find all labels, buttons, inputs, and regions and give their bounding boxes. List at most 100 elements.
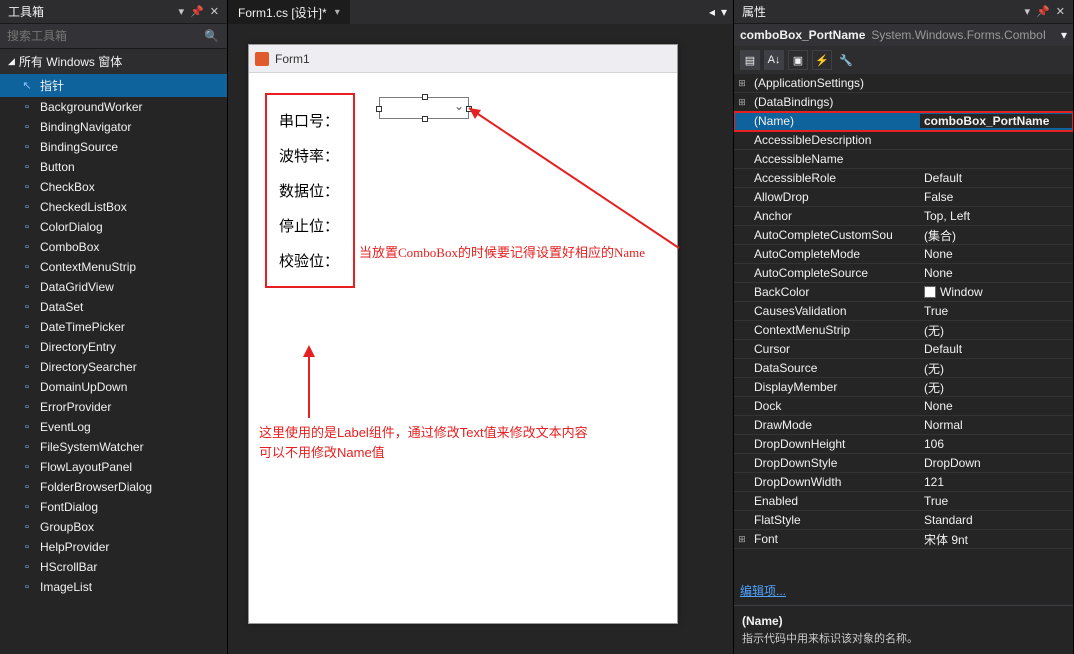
tab-dropdown-icon[interactable]: ▾ bbox=[721, 5, 727, 19]
form-label[interactable]: 停止位： bbox=[273, 208, 339, 243]
property-row[interactable]: EnabledTrue bbox=[734, 492, 1073, 511]
toolbox-item-filesystemwatcher[interactable]: ▫FileSystemWatcher bbox=[0, 437, 227, 457]
toolbox-item-imagelist[interactable]: ▫ImageList bbox=[0, 577, 227, 597]
toolbox-item-checkedlistbox[interactable]: ▫CheckedListBox bbox=[0, 197, 227, 217]
property-value[interactable]: Default bbox=[920, 342, 1073, 356]
toolbox-item-checkbox[interactable]: ▫CheckBox bbox=[0, 177, 227, 197]
search-icon[interactable]: 🔍 bbox=[200, 29, 223, 43]
close-icon[interactable]: ✕ bbox=[1056, 5, 1065, 18]
property-row[interactable]: AutoCompleteSourceNone bbox=[734, 264, 1073, 283]
toolbox-item-groupbox[interactable]: ▫GroupBox bbox=[0, 517, 227, 537]
property-row[interactable]: AnchorTop, Left bbox=[734, 207, 1073, 226]
toolbox-item-flowlayoutpanel[interactable]: ▫FlowLayoutPanel bbox=[0, 457, 227, 477]
property-value[interactable]: None bbox=[920, 247, 1073, 261]
property-value[interactable]: None bbox=[920, 399, 1073, 413]
edit-items-link[interactable]: 编辑项... bbox=[740, 584, 786, 598]
dropdown-icon[interactable]: ▾ bbox=[1025, 5, 1031, 18]
property-row[interactable]: DrawModeNormal bbox=[734, 416, 1073, 435]
property-value[interactable]: Top, Left bbox=[920, 209, 1073, 223]
property-row[interactable]: DockNone bbox=[734, 397, 1073, 416]
tab-menu-icon[interactable]: ▾ bbox=[335, 7, 340, 18]
property-value[interactable]: None bbox=[920, 266, 1073, 280]
expand-icon[interactable]: ⊞ bbox=[734, 78, 750, 89]
property-row[interactable]: DisplayMember(无) bbox=[734, 378, 1073, 397]
tab-scroll-icon[interactable]: ◂ bbox=[709, 5, 715, 19]
form-label[interactable]: 数据位： bbox=[273, 173, 339, 208]
property-value[interactable]: (集合) bbox=[920, 227, 1073, 244]
property-row[interactable]: CursorDefault bbox=[734, 340, 1073, 359]
toolbox-item-colordialog[interactable]: ▫ColorDialog bbox=[0, 217, 227, 237]
property-row[interactable]: FlatStyleStandard bbox=[734, 511, 1073, 530]
property-row[interactable]: DataSource(无) bbox=[734, 359, 1073, 378]
combobox-portname[interactable] bbox=[379, 97, 469, 119]
toolbox-item-hscrollbar[interactable]: ▫HScrollBar bbox=[0, 557, 227, 577]
property-row[interactable]: CausesValidationTrue bbox=[734, 302, 1073, 321]
property-value[interactable]: False bbox=[920, 190, 1073, 204]
property-value[interactable]: (无) bbox=[920, 322, 1073, 339]
toolbox-item-directorysearcher[interactable]: ▫DirectorySearcher bbox=[0, 357, 227, 377]
property-row[interactable]: DropDownHeight106 bbox=[734, 435, 1073, 454]
property-value[interactable]: Standard bbox=[920, 513, 1073, 527]
property-row[interactable]: ContextMenuStrip(无) bbox=[734, 321, 1073, 340]
form-label[interactable]: 串口号： bbox=[273, 103, 339, 138]
toolbox-item-datagridview[interactable]: ▫DataGridView bbox=[0, 277, 227, 297]
toolbox-item-dataset[interactable]: ▫DataSet bbox=[0, 297, 227, 317]
pin-icon[interactable]: 📌 bbox=[1036, 5, 1050, 18]
property-value[interactable]: (无) bbox=[920, 360, 1073, 377]
categorized-button[interactable]: ▤ bbox=[740, 50, 760, 70]
toolbox-item-fontdialog[interactable]: ▫FontDialog bbox=[0, 497, 227, 517]
toolbox-item-combobox[interactable]: ▫ComboBox bbox=[0, 237, 227, 257]
property-value[interactable]: Default bbox=[920, 171, 1073, 185]
property-row[interactable]: (Name)comboBox_PortName bbox=[734, 112, 1073, 131]
toolbox-item-button[interactable]: ▫Button bbox=[0, 157, 227, 177]
property-row[interactable]: DropDownWidth121 bbox=[734, 473, 1073, 492]
toolbox-item-contextmenustrip[interactable]: ▫ContextMenuStrip bbox=[0, 257, 227, 277]
property-row[interactable]: AutoCompleteModeNone bbox=[734, 245, 1073, 264]
search-input[interactable] bbox=[4, 26, 200, 46]
property-row[interactable]: AccessibleRoleDefault bbox=[734, 169, 1073, 188]
property-value[interactable]: 宋体 9nt bbox=[920, 531, 1073, 548]
property-value[interactable]: Window bbox=[920, 285, 1073, 299]
property-row[interactable]: AccessibleName bbox=[734, 150, 1073, 169]
property-value[interactable]: True bbox=[920, 494, 1073, 508]
form-label[interactable]: 校验位： bbox=[273, 243, 339, 278]
expand-icon[interactable]: ⊞ bbox=[734, 97, 750, 108]
property-row[interactable]: AllowDropFalse bbox=[734, 188, 1073, 207]
property-row[interactable]: ⊞(ApplicationSettings) bbox=[734, 74, 1073, 93]
property-value[interactable]: (无) bbox=[920, 379, 1073, 396]
expand-icon[interactable]: ⊞ bbox=[734, 534, 750, 545]
property-value[interactable]: DropDown bbox=[920, 456, 1073, 470]
property-pages-button[interactable]: 🔧 bbox=[836, 50, 856, 70]
property-row[interactable]: AccessibleDescription bbox=[734, 131, 1073, 150]
object-selector[interactable]: comboBox_PortName System.Windows.Forms.C… bbox=[734, 24, 1073, 46]
toolbox-item-backgroundworker[interactable]: ▫BackgroundWorker bbox=[0, 97, 227, 117]
form-label[interactable]: 波特率： bbox=[273, 138, 339, 173]
toolbox-item-folderbrowserdialog[interactable]: ▫FolderBrowserDialog bbox=[0, 477, 227, 497]
properties-button[interactable]: ▣ bbox=[788, 50, 808, 70]
toolbox-item-errorprovider[interactable]: ▫ErrorProvider bbox=[0, 397, 227, 417]
form-window[interactable]: Form1 串口号：波特率：数据位：停止位：校验位： 当放置ComboBox的时… bbox=[248, 44, 678, 624]
toolbox-category[interactable]: ◢ 所有 Windows 窗体 bbox=[0, 49, 227, 74]
toolbox-item-datetimepicker[interactable]: ▫DateTimePicker bbox=[0, 317, 227, 337]
property-row[interactable]: AutoCompleteCustomSou(集合) bbox=[734, 226, 1073, 245]
property-row[interactable]: BackColorWindow bbox=[734, 283, 1073, 302]
toolbox-item-bindingsource[interactable]: ▫BindingSource bbox=[0, 137, 227, 157]
chevron-down-icon[interactable]: ▾ bbox=[1061, 28, 1067, 42]
alphabetical-button[interactable]: A↓ bbox=[764, 50, 784, 70]
property-value[interactable]: 121 bbox=[920, 475, 1073, 489]
dropdown-icon[interactable]: ▾ bbox=[179, 5, 185, 18]
tab-form1[interactable]: Form1.cs [设计]* ▾ bbox=[228, 0, 350, 25]
design-surface[interactable]: Form1 串口号：波特率：数据位：停止位：校验位： 当放置ComboBox的时… bbox=[228, 24, 733, 654]
property-row[interactable]: DropDownStyleDropDown bbox=[734, 454, 1073, 473]
toolbox-item-eventlog[interactable]: ▫EventLog bbox=[0, 417, 227, 437]
property-value[interactable]: Normal bbox=[920, 418, 1073, 432]
property-value[interactable]: comboBox_PortName bbox=[920, 114, 1073, 128]
toolbox-item-directoryentry[interactable]: ▫DirectoryEntry bbox=[0, 337, 227, 357]
toolbox-item-domainupdown[interactable]: ▫DomainUpDown bbox=[0, 377, 227, 397]
toolbox-item-bindingnavigator[interactable]: ▫BindingNavigator bbox=[0, 117, 227, 137]
property-value[interactable]: 106 bbox=[920, 437, 1073, 451]
toolbox-item-指针[interactable]: ↖指针 bbox=[0, 74, 227, 97]
property-grid[interactable]: ⊞(ApplicationSettings)⊞(DataBindings)(Na… bbox=[734, 74, 1073, 576]
toolbox-item-helpprovider[interactable]: ▫HelpProvider bbox=[0, 537, 227, 557]
close-icon[interactable]: ✕ bbox=[210, 5, 219, 18]
